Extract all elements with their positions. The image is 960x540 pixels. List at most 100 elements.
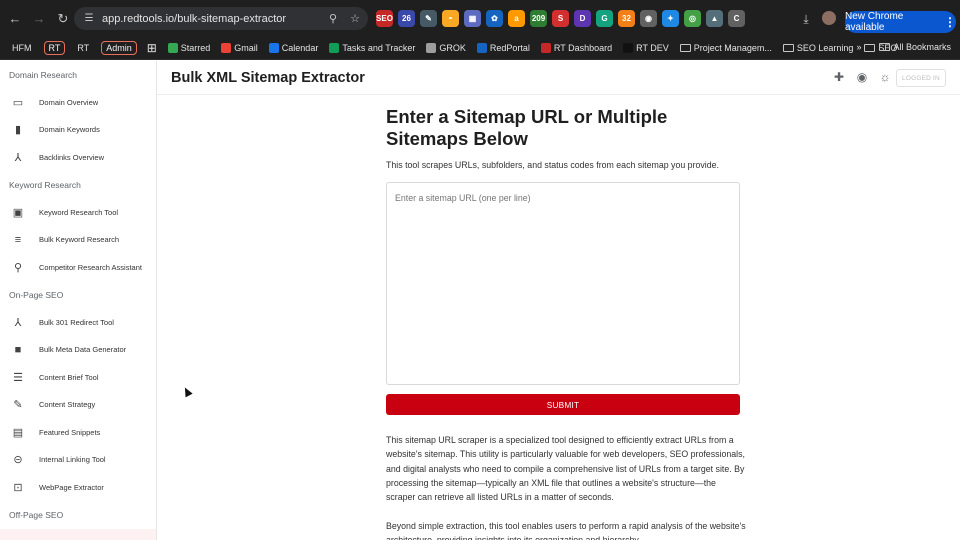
new-chrome-available-button[interactable]: New Chrome available ⋮ [845,11,956,33]
page-title: Bulk XML Sitemap Extractor [171,70,365,86]
sidebar-item[interactable]: ✎ Content Strategy [0,391,156,419]
address-bar[interactable]: ☰ app.redtools.io/bulk-sitemap-extractor… [74,7,368,30]
bookmark-label: Project Managem... [693,43,772,53]
c-ext-icon[interactable]: C [728,10,745,27]
logged-in-button[interactable]: LOGGED IN [896,69,946,87]
bookmark-link[interactable]: RedPortal [476,43,530,53]
image-search-icon: ▣ [12,206,24,219]
download-icon[interactable]: ⤓ [798,11,814,27]
bookmark-tag[interactable]: RT [73,42,93,54]
account-circle-icon[interactable]: ◉ [855,70,869,84]
grok-icon [426,43,437,53]
all-bookmarks-link[interactable]: All Bookmarks [879,42,951,52]
sidebar-item-label: Backlinks Overview [39,152,105,162]
form-subtext: This tool scrapes URLs, subfolders, and … [386,160,719,170]
bookmark-label: SEO Learning [796,43,854,53]
monitor-icon: ▭ [12,96,24,109]
redportal-icon [476,43,487,53]
submit-button[interactable]: SUBMIT [386,394,740,415]
extensions-bar: SEO 26 ✎ ◓ ▦ ✿ a 209 S D G 32 ◉ ✦ ◎ ▲ C [376,10,745,27]
badge-26-ext-icon[interactable]: 26 [398,10,415,27]
gear-blue-ext-icon[interactable]: ✿ [486,10,503,27]
amazon-ext-icon[interactable]: a [508,10,525,27]
sidebar-item[interactable]: ▤ Featured Snippets [0,419,156,447]
app-header: Bulk XML Sitemap Extractor ✚ ◉ ☼ LOGGED … [157,61,960,95]
g-ext-icon[interactable]: G [596,10,613,27]
sidebar-item-label: Domain Keywords [39,125,100,135]
bookmark-link[interactable]: Tasks and Tracker [329,43,415,53]
search-icon: ⚲ [13,261,23,274]
apps-grid-icon[interactable]: ⊞ [147,41,157,55]
ring-ext-icon[interactable]: ◎ [684,10,701,27]
bookmark-link[interactable]: SEO Learning [782,43,854,53]
update-label: New Chrome available [845,11,904,33]
sidebar-item[interactable]: ≡ Bulk Keyword Research [0,226,156,254]
bookmark-link[interactable]: RT Dashboard [540,43,613,53]
checklist-icon: ☰ [13,371,23,384]
sidebar-item[interactable]: ⚲ Competitor Research Assistant [0,254,156,282]
count-ext-icon[interactable]: 209 [530,10,547,27]
sidebar-item[interactable]: ▮ Domain Keywords [0,116,156,144]
bookmark-label: RT Dashboard [553,43,613,53]
doc-ext-icon[interactable]: ▦ [464,10,481,27]
drive-icon [167,43,178,53]
sidebar-item[interactable]: ⊝ Internal Linking Tool [0,446,156,474]
comment-icon: ▤ [12,426,24,439]
profile-avatar-icon[interactable] [822,11,836,25]
bookmark-link[interactable]: Starred [167,43,211,53]
reload-icon[interactable]: ↻ [52,8,74,30]
seo-ext-icon[interactable]: SEO [376,10,393,27]
bookmark-link[interactable]: Project Managem... [679,43,772,53]
folder-icon [782,44,794,52]
grammar-ext-icon[interactable]: ◓ [442,10,459,27]
bar-chart-icon: ▮ [14,124,22,137]
browser-toolbar: ← → ↻ ☰ app.redtools.io/bulk-sitemap-ext… [0,0,960,37]
bookmark-tag[interactable]: Admin [101,41,137,55]
sidebar-item-label: WebPage Extractor [39,482,104,492]
bookmark-link[interactable]: Gmail [221,43,258,53]
header-actions: ✚ ◉ ☼ [832,70,892,84]
sidebar-section-title: On-Page SEO [9,289,64,300]
bookmark-link[interactable]: Calendar [268,43,318,53]
rt-icon [540,43,551,53]
sidebar-item-active[interactable] [0,528,156,540]
s-ext-icon[interactable]: S [552,10,569,27]
sidebar-item[interactable]: ■ Bulk Meta Data Generator [0,336,156,364]
bookmark-tag[interactable]: HFM [8,42,36,54]
bookmark-star-icon[interactable]: ☆ [346,12,364,25]
sidebar-item[interactable]: ☰ Content Brief Tool [0,364,156,392]
sidebar-item[interactable]: ⊡ WebPage Extractor [0,474,156,502]
camera-ext-icon[interactable]: ◉ [640,10,657,27]
all-bookmarks-label: All Bookmarks [893,42,951,52]
sidebar-item-label: Content Strategy [39,400,96,410]
network-icon: ⅄ [14,151,22,164]
sidebar-item[interactable]: ⅄ Bulk 301 Redirect Tool [0,309,156,337]
tri-ext-icon[interactable]: ▲ [706,10,723,27]
address-url[interactable]: app.redtools.io/bulk-sitemap-extractor [102,13,324,25]
site-info-icon[interactable]: ☰ [82,12,96,26]
sidebar-item-label: Bulk Meta Data Generator [39,345,127,355]
sidebar-item[interactable]: ▣ Keyword Research Tool [0,199,156,227]
forward-arrow-icon[interactable]: → [28,8,50,30]
sidebar-item-label: Bulk 301 Redirect Tool [39,317,114,327]
puzzle-icon[interactable]: ✚ [832,70,846,84]
back-arrow-icon[interactable]: ← [4,8,26,30]
list-icon: ≡ [14,233,22,246]
pen-ext-icon[interactable]: ✎ [420,10,437,27]
sidebar-item[interactable]: ▭ Domain Overview [0,89,156,117]
form-heading: Enter a Sitemap URL or Multiple Sitemaps… [386,106,668,149]
sidebar-item-label: Internal Linking Tool [39,455,106,465]
sitemap-url-input[interactable] [386,182,740,385]
brightness-icon[interactable]: ☼ [878,70,892,84]
d-ext-icon[interactable]: D [574,10,591,27]
bookmark-link[interactable]: GROK [426,43,466,53]
zoom-search-icon[interactable]: ⚲ [324,12,342,25]
bookmark-label: Tasks and Tracker [342,43,416,53]
more-bookmarks-icon[interactable]: » [856,42,861,52]
sidebar-item[interactable]: ⅄ Backlinks Overview [0,144,156,172]
bookmark-tag[interactable]: RT [43,41,66,55]
bookmark-link[interactable]: RT DEV [623,43,669,53]
bookmark-label: Starred [180,43,211,53]
star-ext-icon[interactable]: ✦ [662,10,679,27]
badge-32-ext-icon[interactable]: 32 [618,10,635,27]
